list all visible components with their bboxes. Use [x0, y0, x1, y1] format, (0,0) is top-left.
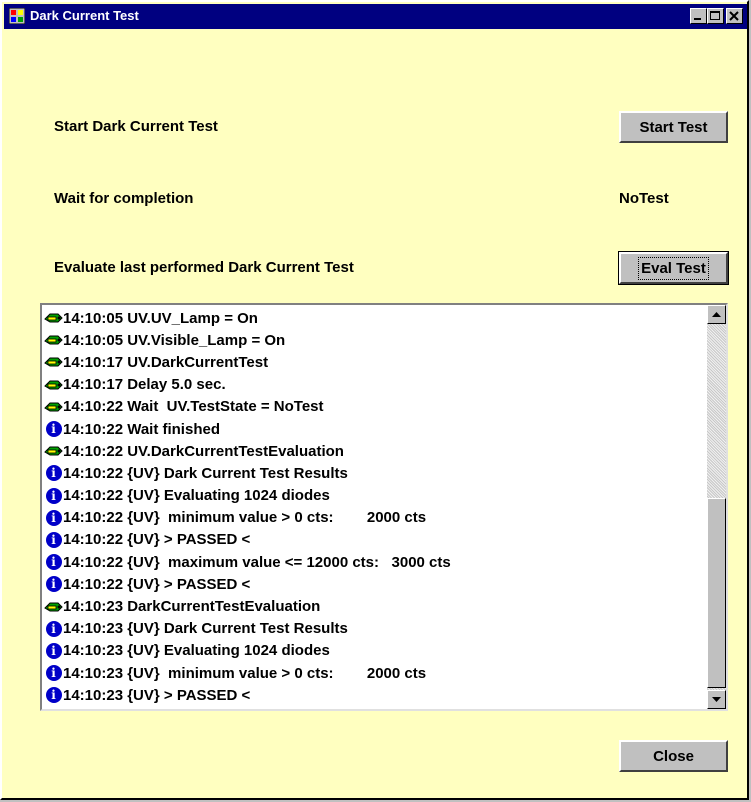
start-test-label: Start Dark Current Test [54, 118, 218, 135]
log-line[interactable]: i 14:10:23 {UV} > PASSED < [44, 684, 704, 706]
title-bar[interactable]: Dark Current Test [4, 4, 747, 29]
info-icon: i [44, 620, 63, 638]
log-line[interactable]: 14:10:22 Wait UV.TestState = NoTest [44, 396, 704, 418]
log-line-text: 14:10:22 {UV} > PASSED < [63, 575, 251, 593]
close-x-icon [729, 11, 739, 21]
log-line-text: 14:10:05 UV.UV_Lamp = On [63, 309, 258, 327]
log-line[interactable]: i 14:10:22 {UV} Dark Current Test Results [44, 462, 704, 484]
log-line[interactable]: i 14:10:22 {UV} minimum value > 0 cts: 20… [44, 507, 704, 529]
log-line-text: 14:10:22 UV.DarkCurrentTestEvaluation [63, 442, 344, 460]
log-line[interactable]: 14:10:23 DarkCurrentTestEvaluation [44, 595, 704, 617]
command-icon [44, 331, 63, 349]
info-icon: i [44, 509, 63, 527]
command-icon [44, 353, 63, 371]
command-icon [44, 398, 63, 416]
log-listbox[interactable]: 14:10:05 UV.UV_Lamp = On 14:10:05 UV.Visi… [40, 303, 728, 711]
close-button-label: Close [653, 747, 694, 765]
log-line-text: 14:10:23 {UV} minimum value > 0 cts: 200… [63, 664, 427, 682]
log-line-text: 14:10:05 UV.Visible_Lamp = On [63, 331, 286, 349]
command-icon [44, 376, 63, 394]
info-icon: i [44, 686, 63, 704]
info-icon: i [44, 531, 63, 549]
start-test-button-label: Start Test [639, 118, 708, 136]
log-line[interactable]: i 14:10:22 {UV} > PASSED < [44, 529, 704, 551]
log-line[interactable]: i 14:10:22 {UV} Evaluating 1024 diodes [44, 485, 704, 507]
command-icon [44, 309, 63, 327]
log-line-text: 14:10:23 DarkCurrentTestEvaluation [63, 598, 321, 616]
scroll-down-button[interactable] [707, 690, 726, 709]
log-line[interactable]: i 14:10:22 Wait finished [44, 418, 704, 440]
log-line[interactable]: 14:10:05 UV.Visible_Lamp = On [44, 329, 704, 351]
eval-test-button-label: Eval Test [638, 256, 709, 280]
log-line-text: 14:10:22 Wait finished [63, 420, 220, 438]
log-line[interactable]: i 14:10:23 {UV} Evaluating 1024 diodes [44, 640, 704, 662]
maximize-button[interactable] [707, 8, 724, 24]
scroll-thumb[interactable] [707, 498, 726, 688]
eval-test-button[interactable]: Eval Test [618, 251, 729, 285]
info-icon: i [44, 664, 63, 682]
close-button[interactable]: Close [619, 740, 728, 772]
start-test-button[interactable]: Start Test [619, 111, 728, 143]
log-line[interactable]: 14:10:17 UV.DarkCurrentTest [44, 351, 704, 373]
info-icon: i [44, 464, 63, 482]
command-icon [44, 442, 63, 460]
window-title: Dark Current Test [30, 8, 139, 23]
test-state-value: NoTest [619, 190, 669, 207]
log-line-text: 14:10:22 {UV} minimum value > 0 cts: 200… [63, 509, 427, 527]
command-icon [44, 598, 63, 616]
log-line-text: 14:10:22 Wait UV.TestState = NoTest [63, 398, 324, 416]
scroll-up-arrow-icon [712, 311, 721, 317]
log-line-text: 14:10:17 UV.DarkCurrentTest [63, 353, 269, 371]
scroll-up-button[interactable] [707, 305, 726, 324]
info-icon: i [44, 642, 63, 660]
info-icon: i [44, 575, 63, 593]
close-window-button[interactable] [726, 8, 743, 24]
eval-test-label: Evaluate last performed Dark Current Tes… [54, 259, 354, 276]
info-icon: i [44, 420, 63, 438]
log-line[interactable]: i 14:10:22 {UV} > PASSED < [44, 573, 704, 595]
log-line-text: 14:10:22 {UV} Dark Current Test Results [63, 464, 348, 482]
log-line-text: 14:10:17 Delay 5.0 sec. [63, 376, 226, 394]
maximize-icon [710, 11, 720, 20]
log-line[interactable]: i 14:10:23 {UV} Dark Current Test Results [44, 618, 704, 640]
log-line-text: 14:10:23 {UV} Evaluating 1024 diodes [63, 642, 330, 660]
log-lines: 14:10:05 UV.UV_Lamp = On 14:10:05 UV.Visi… [44, 307, 704, 706]
minimize-button[interactable] [690, 8, 707, 24]
vertical-scrollbar[interactable] [707, 305, 726, 709]
log-line-text: 14:10:22 {UV} > PASSED < [63, 531, 251, 549]
log-line[interactable]: 14:10:05 UV.UV_Lamp = On [44, 307, 704, 329]
scroll-down-arrow-icon [712, 696, 721, 702]
wait-completion-label: Wait for completion [54, 190, 194, 207]
log-line-text: 14:10:22 {UV} Evaluating 1024 diodes [63, 487, 330, 505]
minimize-icon [694, 18, 701, 20]
log-line-text: 14:10:22 {UV} maximum value <= 12000 cts… [63, 553, 451, 571]
log-line-text: 14:10:23 {UV} Dark Current Test Results [63, 620, 348, 638]
log-line[interactable]: 14:10:22 UV.DarkCurrentTestEvaluation [44, 440, 704, 462]
info-icon: i [44, 553, 63, 571]
info-icon: i [44, 487, 63, 505]
log-line[interactable]: i 14:10:23 {UV} minimum value > 0 cts: 20… [44, 662, 704, 684]
app-window-icon [9, 8, 25, 24]
log-line-text: 14:10:23 {UV} > PASSED < [63, 686, 251, 704]
log-line[interactable]: i 14:10:22 {UV} maximum value <= 12000 ct… [44, 551, 704, 573]
dark-current-test-window: Dark Current Test Start Dark Current Tes… [0, 0, 749, 800]
log-line[interactable]: 14:10:17 Delay 5.0 sec. [44, 374, 704, 396]
